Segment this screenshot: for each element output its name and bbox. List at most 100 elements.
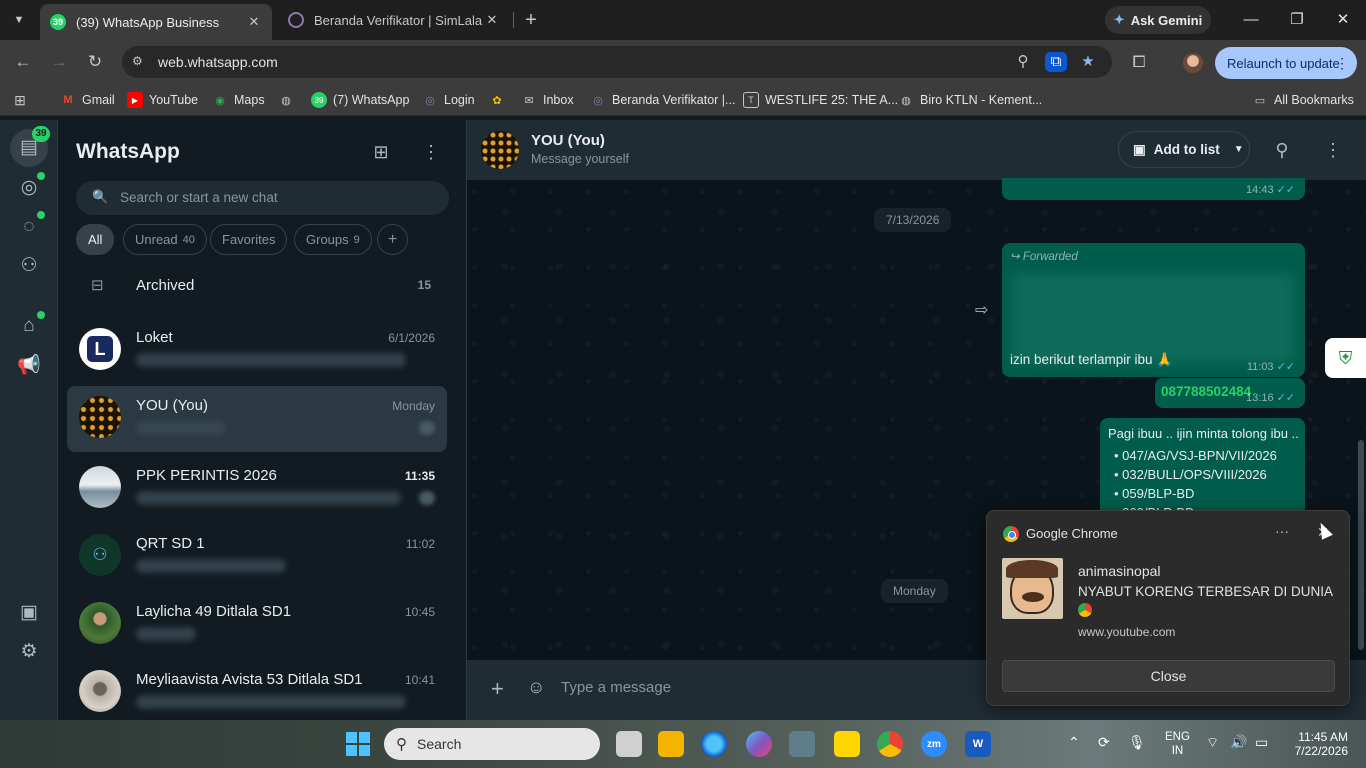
message-bubble[interactable]: 14:43 ✓✓: [1002, 178, 1305, 200]
microphone-icon[interactable]: 🎙: [1128, 734, 1146, 751]
emoji-icon[interactable]: ☺: [527, 677, 545, 698]
chat-row-laylicha[interactable]: Laylicha 49 Ditlala SD1 10:45: [67, 592, 447, 658]
camera-icon[interactable]: [789, 731, 815, 757]
tab-title: Beranda Verifikator | SimLala: [314, 12, 483, 28]
status-dot: [37, 172, 45, 180]
show-hidden-icons-chevron-icon[interactable]: ⌃: [1068, 734, 1080, 751]
back-button[interactable]: ←: [11, 50, 35, 74]
bookmark-biro[interactable]: ◍ Biro KTLN - Kement...: [898, 92, 1042, 108]
all-bookmarks[interactable]: ▭ All Bookmarks: [1252, 92, 1354, 108]
archived-row[interactable]: ⊟ Archived 15: [59, 264, 451, 308]
bookmark-whatsapp[interactable]: 39 (7) WhatsApp: [311, 92, 409, 108]
language-indicator[interactable]: ENG IN: [1165, 730, 1190, 758]
taskbar-search[interactable]: ⚲ Search: [384, 728, 600, 760]
sync-icon[interactable]: ⟳: [1098, 734, 1110, 751]
menu-dots-icon[interactable]: ⋮: [1321, 138, 1345, 162]
file-explorer-icon[interactable]: [658, 731, 684, 757]
add-to-list-button[interactable]: ▣ Add to list ▼: [1118, 131, 1250, 168]
chat-row-ppk-perintis[interactable]: PPK PERINTIS 2026 11:35: [67, 456, 447, 522]
battery-icon[interactable]: ▭: [1255, 734, 1268, 751]
chat-row-loket[interactable]: L Loket 6/1/2026: [67, 318, 447, 384]
forward-share-icon[interactable]: ⇨: [975, 300, 988, 320]
message-preview: [136, 695, 406, 709]
bookmark-star-icon[interactable]: ★: [1077, 52, 1099, 72]
bookmark-youtube[interactable]: ▶ YouTube: [127, 92, 198, 108]
tab-search-button[interactable]: ▼: [6, 8, 32, 32]
filter-favorites[interactable]: Favorites: [210, 224, 288, 255]
phone-link[interactable]: 087788502484: [1161, 384, 1251, 399]
chat-row-meyliaavista[interactable]: Meyliaavista Avista 53 Ditlala SD1 10:41: [67, 660, 447, 726]
notification-close-button[interactable]: Close: [1002, 660, 1335, 692]
relaunch-button[interactable]: Relaunch to update ⋮: [1215, 47, 1357, 79]
gemini-label: Ask Gemini: [1130, 12, 1203, 28]
sticky-notes-icon[interactable]: [834, 731, 860, 757]
zoom-icon[interactable]: ⚲: [1012, 52, 1034, 72]
minimize-button[interactable]: —: [1228, 6, 1274, 34]
chat-row-you[interactable]: YOU (You) Monday: [67, 386, 447, 452]
filter-all[interactable]: All: [76, 224, 115, 255]
extensions-icon[interactable]: ⧠: [1128, 52, 1150, 74]
contact-avatar[interactable]: [481, 131, 519, 169]
address-bar[interactable]: ⚙ web.whatsapp.com ⚲ ⧉ ★: [122, 46, 1112, 78]
edge-icon[interactable]: [701, 731, 727, 757]
bookmark-beranda[interactable]: ◎ Beranda Verifikator |...: [590, 92, 735, 108]
word-icon[interactable]: W: [965, 731, 991, 757]
copilot-icon[interactable]: [746, 731, 772, 757]
forward-button[interactable]: →: [47, 50, 71, 74]
add-filter-button[interactable]: +: [377, 224, 408, 255]
communities-icon[interactable]: ⚇: [14, 251, 44, 281]
menu-dots-icon[interactable]: ⋮: [1335, 55, 1349, 72]
security-shield-icon[interactable]: ⛨: [1325, 338, 1366, 378]
close-window-button[interactable]: ✕: [1320, 6, 1366, 34]
settings-gear-icon[interactable]: ⚙: [14, 637, 44, 667]
zoom-app-icon[interactable]: zm: [921, 731, 947, 757]
search-icon[interactable]: ⚲: [1270, 138, 1294, 162]
site-info-icon[interactable]: ⚙: [132, 54, 143, 68]
bookmark-photos[interactable]: ✿: [489, 92, 505, 108]
simlala-favicon-icon: [288, 12, 304, 28]
apps-icon[interactable]: ⊞: [12, 92, 28, 108]
filter-groups[interactable]: Groups 9: [294, 224, 372, 255]
windows-start-icon[interactable]: [346, 732, 370, 756]
profile-avatar[interactable]: [1183, 53, 1203, 73]
menu-dots-icon[interactable]: ⋮: [419, 140, 443, 164]
reload-button[interactable]: ↻: [83, 50, 107, 74]
system-clock[interactable]: 11:45 AM 7/22/2026: [1286, 730, 1348, 758]
task-view-icon[interactable]: [616, 731, 642, 757]
tab-simlala[interactable]: Beranda Verifikator | SimLala ✕: [278, 4, 510, 36]
bookmark-login[interactable]: ◎ Login: [422, 92, 474, 108]
bookmark-gmail[interactable]: M Gmail: [60, 92, 114, 108]
close-tab-icon[interactable]: ✕: [484, 12, 500, 28]
tab-whatsapp[interactable]: 39 (39) WhatsApp Business ✕: [40, 4, 272, 40]
chat-row-qrt-sd1[interactable]: ⚇ QRT SD 1 11:02: [67, 524, 447, 590]
app-title: WhatsApp: [76, 140, 180, 163]
new-tab-button[interactable]: +: [519, 8, 543, 32]
new-chat-icon[interactable]: ⊞: [369, 140, 393, 164]
advertise-megaphone-icon[interactable]: 📢: [14, 351, 44, 381]
conversation-scrollbar[interactable]: [1358, 440, 1364, 650]
bookmark-westlife[interactable]: T WESTLIFE 25: THE A...: [743, 92, 898, 108]
install-app-icon[interactable]: ⧉: [1045, 52, 1067, 72]
phone-message[interactable]: 087788502484 13:16 ✓✓: [1155, 378, 1305, 408]
bookmark-globe[interactable]: ◍: [278, 92, 294, 108]
search-input[interactable]: 🔍 Search or start a new chat: [76, 181, 449, 215]
attach-plus-icon[interactable]: +: [491, 676, 504, 702]
more-options-icon[interactable]: ···: [1275, 523, 1289, 539]
filter-unread[interactable]: Unread 40: [123, 224, 207, 255]
whatsapp-icon: 39: [311, 92, 327, 108]
chrome-taskbar-icon[interactable]: [877, 731, 903, 757]
chat-name: PPK PERINTIS 2026: [136, 467, 277, 484]
bookmark-maps[interactable]: ◉ Maps: [212, 92, 264, 108]
bookmark-inbox[interactable]: ✉ Inbox: [521, 92, 573, 108]
volume-icon[interactable]: 🔊: [1230, 734, 1247, 751]
message-input[interactable]: Type a message: [561, 679, 671, 696]
forwarded-message[interactable]: ↪ Forwarded izin berikut terlampir ibu 🙏…: [1002, 243, 1305, 377]
wifi-icon[interactable]: ⌔: [1206, 734, 1219, 752]
ask-gemini-button[interactable]: ✦ Ask Gemini: [1105, 6, 1211, 34]
restore-button[interactable]: ❐: [1274, 6, 1320, 34]
media-gallery-icon[interactable]: ▣: [14, 598, 44, 628]
conversation-header[interactable]: YOU (You) Message yourself ▣ Add to list…: [467, 120, 1366, 180]
gmail-icon: M: [63, 94, 73, 106]
reference-item: • 047/AG/VSJ-BPN/VII/2026: [1114, 448, 1277, 463]
close-tab-icon[interactable]: ✕: [246, 14, 262, 30]
